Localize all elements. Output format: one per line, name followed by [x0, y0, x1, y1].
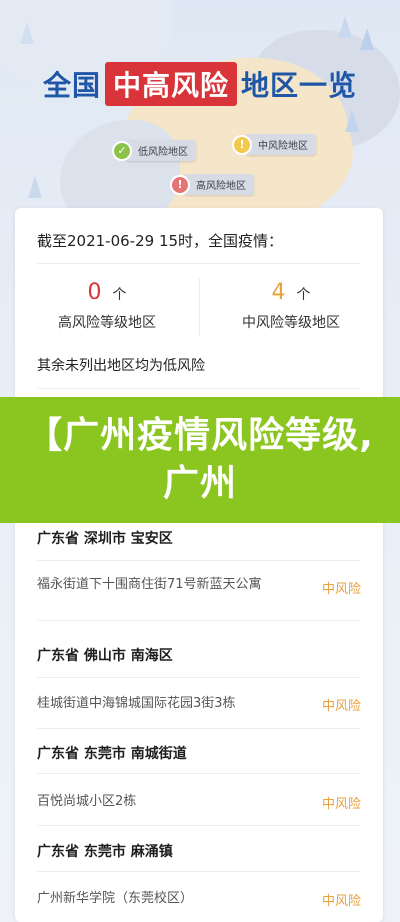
mid-risk-stat: 4 个 中风险等级地区: [199, 280, 383, 340]
area-location: 广州新华学院（东莞校区）: [37, 891, 194, 906]
high-risk-pin: ! 高风险地区: [170, 174, 254, 195]
banner-title: 【广州疫情风险等级,广州: [26, 415, 374, 504]
tree-icon: [20, 22, 34, 44]
divider: [37, 871, 361, 872]
mid-risk-stat-label: 中风险等级地区: [242, 315, 340, 331]
mid-risk-pin: ! 中风险地区: [232, 134, 316, 155]
divider: [37, 825, 361, 826]
area-risk-level: 中风险: [321, 699, 361, 714]
divider: [37, 560, 361, 561]
tree-icon: [338, 16, 352, 38]
article-title-banner[interactable]: 【广州疫情风险等级,广州: [0, 397, 400, 523]
low-risk-pin: ✓ 低风险地区: [112, 140, 196, 161]
summary-card: 截至2021-06-29 15时，全国疫情： 0 个 高风险等级地区 4 个 中…: [15, 208, 383, 922]
tree-icon: [360, 28, 374, 50]
mid-risk-count: 4: [271, 280, 286, 305]
high-risk-unit: 个: [112, 287, 127, 303]
title-highlight: 中高风险: [104, 62, 237, 106]
area-region: 广东省 佛山市 南海区: [37, 648, 173, 664]
high-risk-label: 高风险地区: [184, 174, 254, 195]
area-location: 桂城街道中海锦城国际花园3街3栋: [37, 696, 236, 711]
tree-icon: [345, 110, 359, 132]
area-risk-level: 中风险: [321, 894, 361, 909]
divider: [37, 677, 361, 678]
divider: [37, 728, 361, 729]
high-risk-stat-label: 高风险等级地区: [58, 315, 156, 331]
divider: [37, 388, 361, 389]
divider: [37, 263, 361, 264]
area-risk-level: 中风险: [321, 582, 361, 597]
low-risk-note: 其余未列出地区均为低风险: [37, 358, 205, 374]
area-region: 广东省 深圳市 宝安区: [37, 531, 173, 547]
high-risk-count: 0: [87, 280, 102, 305]
page-title: 全国 中高风险 地区一览: [0, 62, 400, 106]
area-risk-level: 中风险: [321, 797, 361, 812]
area-region: 广东省 东莞市 南城街道: [37, 746, 187, 762]
area-location: 百悦尚城小区2栋: [37, 794, 137, 809]
as-of-text: 截至2021-06-29 15时，全国疫情：: [37, 232, 284, 250]
mid-risk-label: 中风险地区: [246, 134, 316, 155]
low-risk-label: 低风险地区: [126, 140, 196, 161]
title-prefix: 全国: [42, 69, 101, 102]
check-icon: ✓: [112, 140, 132, 161]
area-location: 福永街道下十围商住街71号新蓝天公寓: [37, 577, 262, 592]
tree-icon: [28, 176, 42, 198]
divider: [37, 773, 361, 774]
divider: [37, 620, 361, 621]
stat-divider: [199, 278, 200, 336]
exclamation-icon: !: [232, 134, 252, 155]
title-suffix: 地区一览: [241, 69, 358, 102]
mid-risk-unit: 个: [296, 287, 311, 303]
high-risk-stat: 0 个 高风险等级地区: [15, 280, 199, 340]
area-region: 广东省 东莞市 麻涌镇: [37, 844, 173, 860]
exclamation-icon: !: [170, 174, 190, 195]
